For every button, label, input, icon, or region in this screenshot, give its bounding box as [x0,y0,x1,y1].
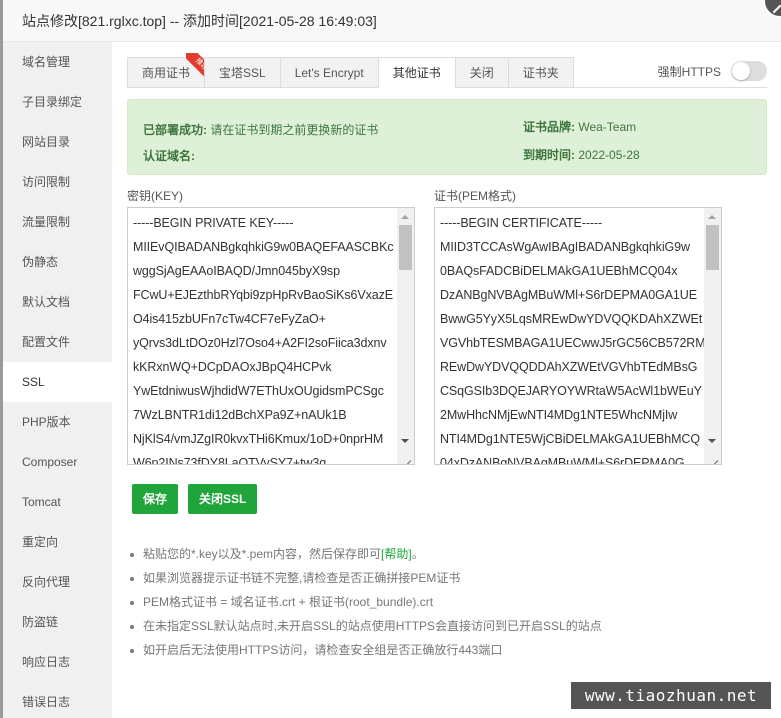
tip-item: 如开启后无法使用HTTPS访问，请检查安全组是否正确放行443端口 [127,638,602,662]
tip-text: 粘贴您的*.key以及*.pem内容，然后保存即可 [143,547,382,561]
sidebar-item-error-log[interactable]: 错误日志 [3,682,112,718]
key-text[interactable]: -----BEGIN PRIVATE KEY----- MIIEvQIBADAN… [128,208,398,464]
cert-scrollbar[interactable] [704,208,721,449]
deployed-key: 已部署成功: [143,123,207,137]
sidebar-item-access-log[interactable]: 响应日志 [3,642,112,682]
expire-key: 到期时间: [523,148,575,162]
cert-label: 证书(PEM格式) [434,189,516,203]
cert-text[interactable]: -----BEGIN CERTIFICATE----- MIID3TCCAsWg… [435,208,705,464]
tab-label: 商用证书 [142,66,191,80]
sidebar-item-domain[interactable]: 域名管理 [3,42,112,82]
scroll-down-icon[interactable] [708,439,716,443]
tip-suffix: 。 [411,547,424,561]
sidebar-item-php-version[interactable]: PHP版本 [3,402,112,442]
tip-item: 在未指定SSL默认站点时,未开启SSL的站点使用HTTPS会直接访问到已开启SS… [127,614,602,638]
sidebar-item-composer[interactable]: Composer [3,442,112,482]
resize-handle-icon[interactable] [397,447,414,464]
key-textarea[interactable]: -----BEGIN PRIVATE KEY----- MIIEvQIBADAN… [127,207,415,465]
dialog-header: 站点修改[821.rglxc.top] -- 添加时间[2021-05-28 1… [3,0,781,42]
force-https-label: 强制HTTPS [657,64,721,79]
tip-item: 粘贴您的*.key以及*.pem内容，然后保存即可[帮助]。 [127,542,602,566]
tab-cert-folder[interactable]: 证书夹 [507,57,574,88]
tab-other-cert[interactable]: 其他证书 [377,57,455,89]
sidebar-item-ssl[interactable]: SSL [3,362,112,402]
toggle-knob [732,62,750,80]
key-scrollbar[interactable] [397,208,414,449]
tip-item: 如果浏览器提示证书链不完整,请检查是否正确拼接PEM证书 [127,566,602,590]
sidebar-item-access-limit[interactable]: 访问限制 [3,162,112,202]
tips-list: 粘贴您的*.key以及*.pem内容，然后保存即可[帮助]。 如果浏览器提示证书… [127,542,602,662]
cert-textarea[interactable]: -----BEGIN CERTIFICATE----- MIID3TCCAsWg… [434,207,722,465]
tab-close[interactable]: 关闭 [454,57,508,88]
sidebar-item-reverse-proxy[interactable]: 反向代理 [3,562,112,602]
brand-row: 证书品牌: Wea-Team [523,118,636,135]
scroll-thumb[interactable] [399,225,412,270]
brand-key: 证书品牌: [523,120,575,134]
domain-row: 认证域名: [143,147,195,164]
help-link[interactable]: [帮助] [381,547,412,561]
dialog-title: 站点修改[821.rglxc.top] -- 添加时间[2021-05-28 1… [22,13,377,29]
brand-value: Wea-Team [578,120,637,134]
sidebar-item-redirect[interactable]: 重定向 [3,522,112,562]
cert-status-alert: 已部署成功: 请在证书到期之前更换新的证书 认证域名: 证书品牌: Wea-Te… [127,99,767,175]
watermark: www.tiaozhuan.net [571,682,771,709]
expire-value: 2022-05-28 [578,148,640,162]
sidebar-item-tomcat[interactable]: Tomcat [3,482,112,522]
expire-row: 到期时间: 2022-05-28 [523,146,640,163]
sidebar: 域名管理 子目录绑定 网站目录 访问限制 流量限制 伪静态 默认文档 配置文件 … [3,42,112,718]
scroll-thumb[interactable] [706,225,719,270]
scroll-down-icon[interactable] [401,439,409,443]
domain-key: 认证域名: [143,149,195,163]
close-icon[interactable] [763,0,781,18]
deployed-row: 已部署成功: 请在证书到期之前更换新的证书 [143,121,378,138]
main-panel: 商用证书 推荐 宝塔SSL Let's Encrypt 其他证书 关闭 证书夹 … [112,42,781,718]
close-ssl-button[interactable]: 关闭SSL [188,484,258,514]
tabs-divider [585,87,767,88]
sidebar-item-hotlink[interactable]: 防盗链 [3,602,112,642]
save-button[interactable]: 保存 [132,484,179,514]
resize-handle-icon[interactable] [704,447,721,464]
tab-bt-ssl[interactable]: 宝塔SSL [204,57,280,88]
force-https-toggle[interactable] [731,61,767,81]
tab-commercial-cert[interactable]: 商用证书 推荐 [127,53,213,88]
scroll-up-icon[interactable] [708,215,716,219]
sidebar-item-traffic-limit[interactable]: 流量限制 [3,202,112,242]
deployed-value: 请在证书到期之前更换新的证书 [210,123,379,137]
key-label: 密钥(KEY) [127,189,184,203]
force-https-control: 强制HTTPS [658,61,767,81]
ssl-tabs: 商用证书 推荐 宝塔SSL Let's Encrypt 其他证书 关闭 证书夹 [127,53,585,89]
sidebar-item-subdir[interactable]: 子目录绑定 [3,82,112,122]
sidebar-item-config-file[interactable]: 配置文件 [3,322,112,362]
sidebar-item-site-dir[interactable]: 网站目录 [3,122,112,162]
tab-lets-encrypt[interactable]: Let's Encrypt [279,57,378,88]
scroll-up-icon[interactable] [401,215,409,219]
tip-item: PEM格式证书 = 域名证书.crt + 根证书(root_bundle).cr… [127,590,602,614]
sidebar-item-default-doc[interactable]: 默认文档 [3,282,112,322]
sidebar-item-rewrite[interactable]: 伪静态 [3,242,112,282]
